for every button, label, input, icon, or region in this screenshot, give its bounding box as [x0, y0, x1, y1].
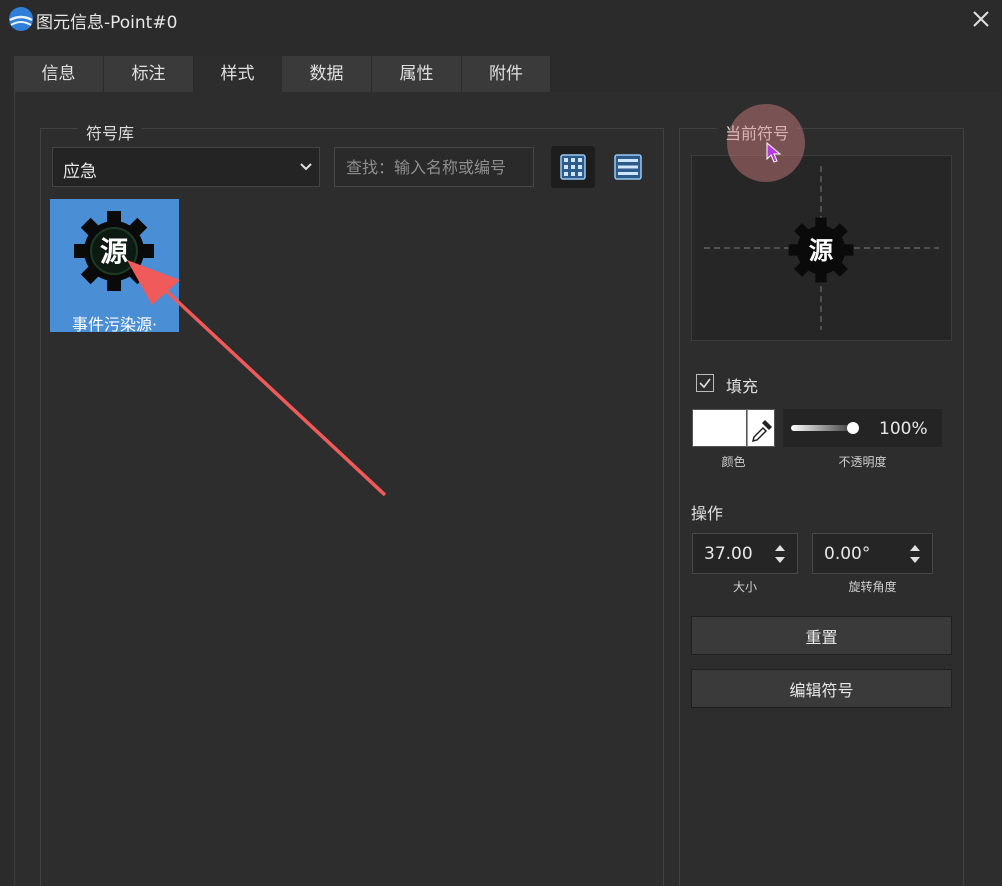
opacity-slider[interactable]: 100% [783, 409, 942, 447]
rotation-input[interactable]: 0.00° [812, 533, 933, 574]
window-title: 图元信息-Point#0 [36, 13, 178, 33]
opacity-caption: 不透明度 [838, 455, 887, 469]
tab-annotation[interactable]: 标注 [104, 56, 194, 92]
tile-glyph: 源 [100, 235, 128, 268]
fill-color-swatch[interactable] [692, 409, 747, 447]
tab-data[interactable]: 数据 [282, 56, 372, 92]
rotation-caption: 旋转角度 [848, 580, 897, 594]
symbol-search-input[interactable] [334, 147, 534, 187]
tab-style[interactable]: 样式 [194, 56, 282, 92]
gear-icon: 源 [788, 217, 854, 283]
chevron-down-icon [300, 163, 312, 171]
symbol-preview: 源 [691, 155, 952, 341]
color-caption: 颜色 [721, 455, 746, 469]
list-view-button[interactable] [608, 146, 648, 188]
reset-button[interactable]: 重置 [691, 616, 952, 655]
symbol-tile[interactable]: 源 事件污染源· [50, 199, 179, 334]
symbol-tile-label: 事件污染源· [71, 315, 158, 334]
category-select-value: 应急 [63, 162, 97, 182]
edit-symbol-button[interactable]: 编辑符号 [691, 669, 952, 708]
current-symbol-legend: 当前符号 [717, 120, 798, 144]
spinner-arrows-icon[interactable] [773, 542, 787, 566]
size-input[interactable]: 37.00 [692, 533, 798, 574]
tab-info[interactable]: 信息 [14, 56, 104, 92]
eyedropper-button[interactable] [747, 409, 775, 447]
close-icon[interactable] [966, 4, 996, 34]
size-value: 37.00 [704, 544, 753, 564]
rotation-value: 0.00° [824, 544, 871, 564]
opacity-value: 100% [879, 419, 928, 439]
category-select[interactable]: 应急 [52, 147, 320, 187]
size-caption: 大小 [732, 580, 757, 594]
grid-view-icon [560, 154, 586, 180]
preview-glyph: 源 [809, 236, 834, 265]
opacity-track[interactable] [791, 425, 853, 431]
gear-icon: 源 [74, 211, 154, 291]
spinner-arrows-icon[interactable] [908, 542, 922, 566]
tab-attachments[interactable]: 附件 [462, 56, 551, 92]
grid-view-button[interactable] [551, 146, 595, 188]
operations-heading: 操作 [691, 504, 724, 523]
globe-logo-icon [9, 7, 33, 31]
title-bar: 图元信息-Point#0 [0, 0, 1002, 38]
list-view-icon [614, 154, 642, 180]
checkmark-icon [699, 378, 711, 389]
opacity-thumb[interactable] [847, 422, 859, 434]
symbol-library-legend: 符号库 [78, 120, 143, 144]
tab-properties[interactable]: 属性 [372, 56, 462, 92]
fill-checkbox[interactable] [696, 374, 714, 392]
fill-label: 填充 [726, 377, 759, 396]
eyedropper-icon [751, 419, 773, 443]
